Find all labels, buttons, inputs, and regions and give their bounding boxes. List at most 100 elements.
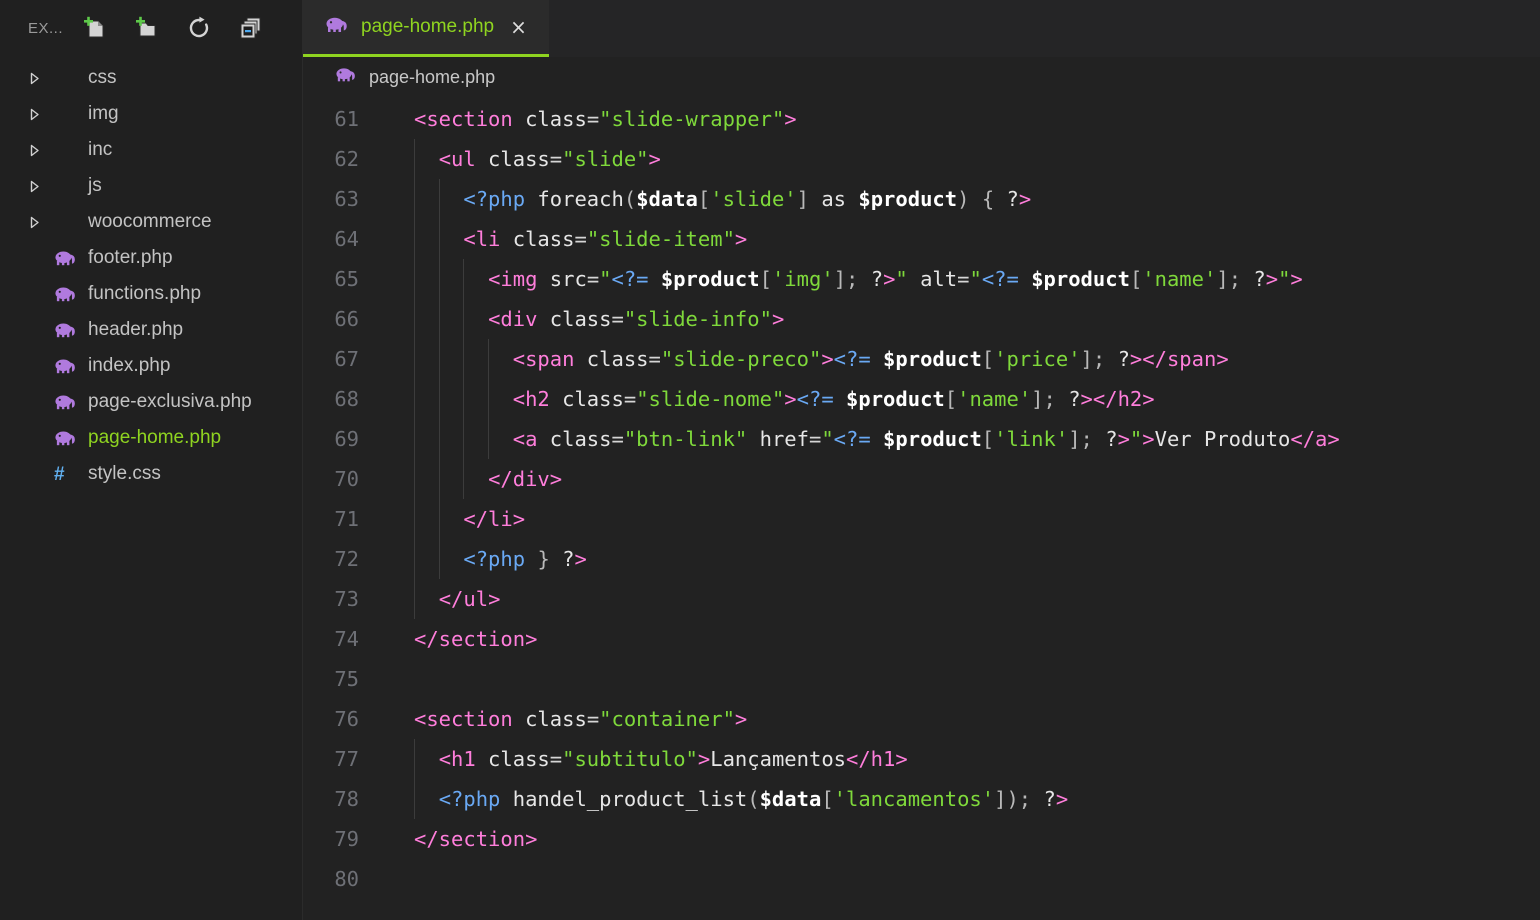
tree-item-label: page-home.php xyxy=(88,427,222,448)
line-number: 74 xyxy=(334,627,359,651)
tree-item-label: style.css xyxy=(88,463,161,484)
php-elephant-icon xyxy=(54,286,88,302)
code-line[interactable]: 75 xyxy=(303,659,1540,699)
tab-page-home-php[interactable]: page-home.php × xyxy=(303,0,549,57)
line-number: 69 xyxy=(334,427,359,451)
editor-main: page-home.php × page-home.php 61 <section xyxy=(303,0,1540,920)
explorer-sidebar: EX... css img inc js woocommerce footer.… xyxy=(0,0,303,920)
line-number: 67 xyxy=(334,347,359,371)
code-line-content: <?php handel_product_list($data['lancame… xyxy=(438,787,1069,811)
tree-item-footer-php[interactable]: footer.php xyxy=(0,240,302,276)
file-tree[interactable]: css img inc js woocommerce footer.php fu… xyxy=(0,56,302,492)
tree-item-functions-php[interactable]: functions.php xyxy=(0,276,302,312)
code-line[interactable]: 72 <?php } ?> xyxy=(303,539,1540,579)
line-number: 64 xyxy=(334,227,359,251)
line-number: 61 xyxy=(334,107,359,131)
code-line[interactable]: 62 <ul class="slide"> xyxy=(303,139,1540,179)
tree-item-page-exclusiva-php[interactable]: page-exclusiva.php xyxy=(0,384,302,420)
php-elephant-icon xyxy=(54,250,88,266)
code-line-content xyxy=(371,659,1540,699)
tree-item-page-home-php[interactable]: page-home.php xyxy=(0,420,302,456)
line-number: 65 xyxy=(334,267,359,291)
breadcrumb[interactable]: page-home.php xyxy=(303,58,1540,96)
refresh-button[interactable] xyxy=(177,9,221,47)
tab-bar: page-home.php × xyxy=(303,0,1540,58)
tree-item-style-css[interactable]: # style.css xyxy=(0,456,302,492)
tree-item-index-php[interactable]: index.php xyxy=(0,348,302,384)
code-line-content: <?php foreach($data['slide'] as $product… xyxy=(463,187,1032,211)
chevron-right-icon xyxy=(28,215,54,230)
explorer-actions xyxy=(73,9,273,47)
php-elephant-icon xyxy=(325,16,349,38)
collapse-all-button[interactable] xyxy=(229,9,273,47)
css-hash-icon: # xyxy=(54,463,65,485)
code-line[interactable]: 74 </section> xyxy=(303,619,1540,659)
code-line[interactable]: 79 </section> xyxy=(303,819,1540,859)
collapse-all-icon xyxy=(240,17,261,39)
line-number: 79 xyxy=(334,827,359,851)
chevron-right-icon xyxy=(28,107,54,122)
code-line[interactable]: 66 <div class="slide-info"> xyxy=(303,299,1540,339)
tree-item-label: js xyxy=(88,175,102,196)
code-editor[interactable]: 61 <section class="slide-wrapper"> 62 <ul … xyxy=(303,96,1540,899)
line-number: 76 xyxy=(334,707,359,731)
tree-item-js[interactable]: js xyxy=(0,168,302,204)
tree-item-inc[interactable]: inc xyxy=(0,132,302,168)
code-line[interactable]: 73 </ul> xyxy=(303,579,1540,619)
tab-label: page-home.php xyxy=(361,16,495,37)
code-line[interactable]: 76 <section class="container"> xyxy=(303,699,1540,739)
line-number: 71 xyxy=(334,507,359,531)
tree-item-label: footer.php xyxy=(88,247,173,268)
breadcrumb-label: page-home.php xyxy=(369,66,496,87)
tree-item-label: inc xyxy=(88,139,113,160)
line-number: 75 xyxy=(334,667,359,691)
tree-item-woocommerce[interactable]: woocommerce xyxy=(0,204,302,240)
code-line-content: <li class="slide-item"> xyxy=(463,227,748,251)
code-line[interactable]: 67 <span class="slide-preco"><?= $produc… xyxy=(303,339,1540,379)
code-line-content: </section> xyxy=(414,827,538,851)
line-number: 72 xyxy=(334,547,359,571)
code-line[interactable]: 78 <?php handel_product_list($data['lanc… xyxy=(303,779,1540,819)
line-number: 66 xyxy=(334,307,359,331)
explorer-title: EX... xyxy=(28,19,64,37)
php-elephant-icon xyxy=(335,67,357,87)
tree-item-label: css xyxy=(88,67,117,88)
code-line[interactable]: 68 <h2 class="slide-nome"><?= $product['… xyxy=(303,379,1540,419)
new-file-button[interactable] xyxy=(73,9,117,47)
code-line[interactable]: 71 </li> xyxy=(303,499,1540,539)
tree-item-label: header.php xyxy=(88,319,184,340)
tree-item-img[interactable]: img xyxy=(0,96,302,132)
code-line[interactable]: 65 <img src="<?= $product['img']; ?>" al… xyxy=(303,259,1540,299)
close-icon[interactable]: × xyxy=(506,15,531,39)
code-line[interactable]: 77 <h1 class="subtitulo">Lançamentos</h1… xyxy=(303,739,1540,779)
explorer-header: EX... xyxy=(0,0,302,56)
tree-item-label: functions.php xyxy=(88,283,202,304)
code-line[interactable]: 63 <?php foreach($data['slide'] as $prod… xyxy=(303,179,1540,219)
tree-item-header-php[interactable]: header.php xyxy=(0,312,302,348)
code-line[interactable]: 64 <li class="slide-item"> xyxy=(303,219,1540,259)
tree-item-label: woocommerce xyxy=(88,211,212,232)
new-file-icon xyxy=(84,16,104,38)
new-folder-button[interactable] xyxy=(125,9,169,47)
code-line[interactable]: 69 <a class="btn-link" href="<?= $produc… xyxy=(303,419,1540,459)
code-line-content: <h2 class="slide-nome"><?= $product['nam… xyxy=(512,387,1155,411)
tab-bar-empty-space xyxy=(548,0,1540,57)
tree-item-css[interactable]: css xyxy=(0,60,302,96)
code-line-content: <section class="container"> xyxy=(414,707,748,731)
tree-item-label: index.php xyxy=(88,355,171,376)
line-number: 77 xyxy=(334,747,359,771)
new-folder-icon xyxy=(136,16,156,37)
chevron-right-icon xyxy=(28,143,54,158)
chevron-right-icon xyxy=(28,71,54,86)
chevron-right-icon xyxy=(28,179,54,194)
code-line[interactable]: 80 xyxy=(303,859,1540,899)
line-number: 80 xyxy=(334,867,359,891)
tree-item-label: page-exclusiva.php xyxy=(88,391,252,412)
line-number: 78 xyxy=(334,787,359,811)
line-number: 68 xyxy=(334,387,359,411)
line-number: 62 xyxy=(334,147,359,171)
code-line-content: </div> xyxy=(488,467,563,491)
code-line-content: <div class="slide-info"> xyxy=(488,307,785,331)
code-line[interactable]: 61 <section class="slide-wrapper"> xyxy=(303,99,1540,139)
code-line[interactable]: 70 </div> xyxy=(303,459,1540,499)
